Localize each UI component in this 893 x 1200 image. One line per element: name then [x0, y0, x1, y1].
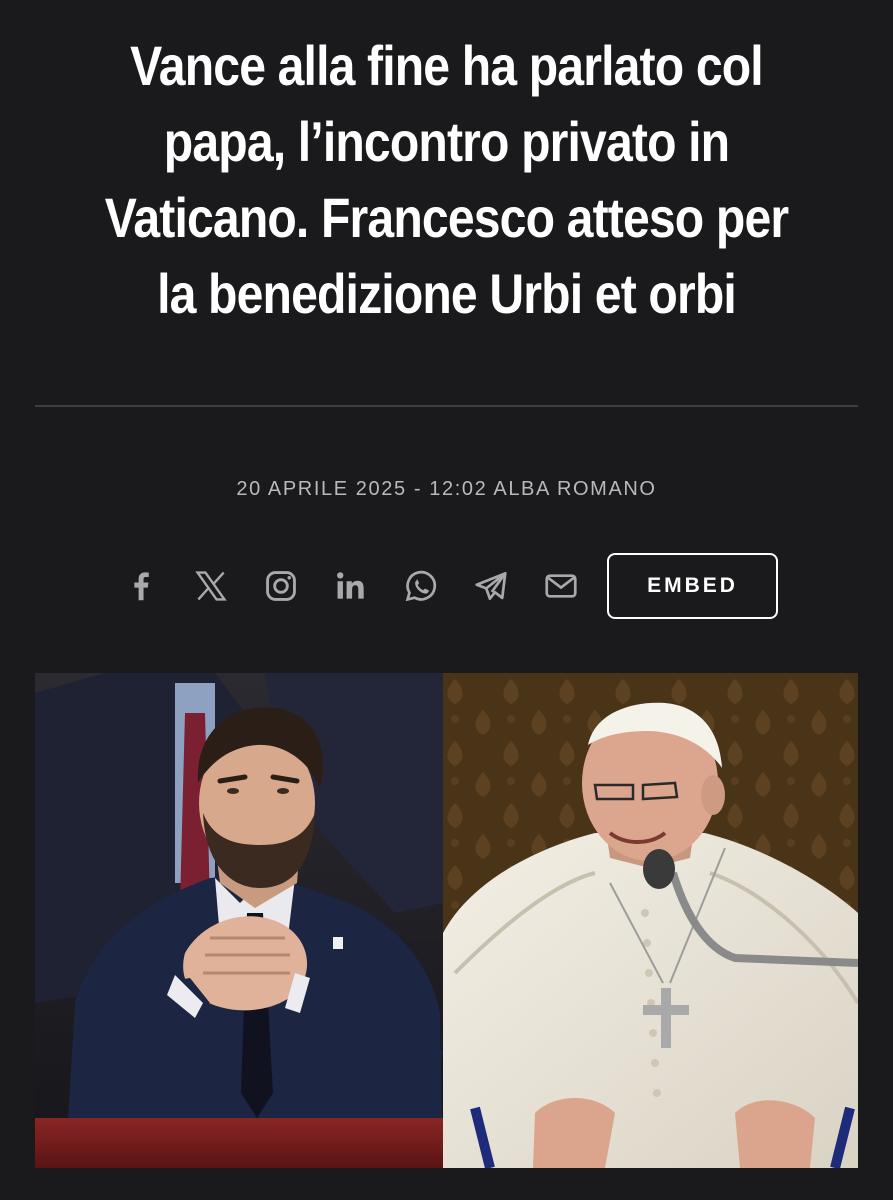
article-photo — [35, 673, 858, 1168]
linkedin-icon[interactable] — [327, 562, 375, 610]
article-date: 20 APRILE 2025 - 12:02 — [236, 478, 488, 500]
article-author[interactable]: ALBA ROMANO — [493, 478, 656, 500]
x-icon[interactable] — [187, 562, 235, 610]
article-title: Vance alla fine ha parlato col papa, l’i… — [104, 34, 789, 325]
divider — [35, 405, 858, 407]
mail-icon[interactable] — [537, 562, 585, 610]
article-byline: 20 APRILE 2025 - 12:02 ALBA ROMANO — [0, 478, 893, 501]
whatsapp-icon[interactable] — [397, 562, 445, 610]
telegram-icon[interactable] — [467, 562, 515, 610]
instagram-icon[interactable] — [257, 562, 305, 610]
share-bar: EMBED — [117, 551, 778, 621]
facebook-icon[interactable] — [117, 562, 165, 610]
embed-button[interactable]: EMBED — [607, 553, 778, 619]
